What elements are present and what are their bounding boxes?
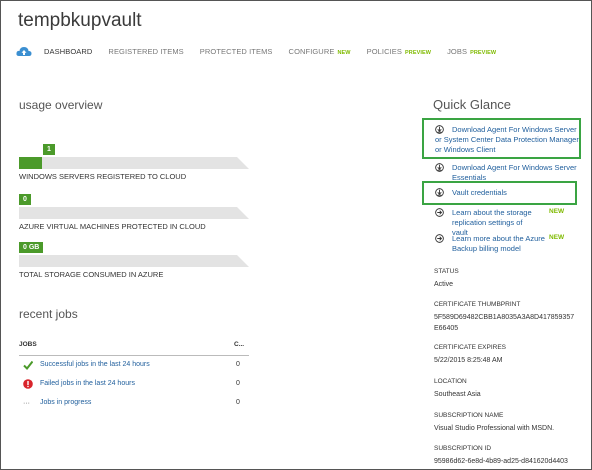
- table-row: Successful jobs in the last 24 hours 0: [19, 356, 249, 375]
- download-agent-essentials-link[interactable]: Download Agent For Windows Server Essent…: [435, 163, 585, 183]
- svg-text:···: ···: [23, 400, 30, 407]
- tab-policies-label: POLICIES: [366, 47, 402, 56]
- job-link-failed[interactable]: Failed jobs in the last 24 hours: [40, 380, 135, 387]
- cert-expires-value: 5/22/2015 8:25:48 AM: [434, 357, 503, 364]
- download-agent-essentials-text: Download Agent For Windows Server Essent…: [452, 163, 577, 182]
- usage-value-badge: 1: [43, 144, 55, 155]
- job-count: 0: [236, 380, 240, 387]
- thumbprint-value-cont: E66405: [434, 325, 459, 332]
- jobs-column-header[interactable]: JOBS: [19, 341, 37, 348]
- quick-glance-heading: Quick Glance: [433, 97, 512, 112]
- new-badge: NEW: [549, 208, 565, 215]
- subscription-name-value: Visual Studio Professional with MSDN.: [434, 425, 555, 432]
- usage-bar: [19, 255, 249, 267]
- new-badge: NEW: [549, 234, 565, 241]
- job-count: 0: [236, 361, 240, 368]
- subscription-id-value: 95986d62-6e8d-4b89-ad25-d841620d4403: [434, 458, 568, 465]
- tab-protected-items[interactable]: PROTECTED ITEMS: [200, 47, 273, 56]
- cloud-backup-icon: [16, 47, 32, 56]
- download-agent-link[interactable]: Download Agent For Windows Server or Sys…: [435, 125, 585, 155]
- error-icon: [23, 379, 33, 389]
- usage-bar: [19, 157, 249, 169]
- usage-bar-track: [19, 255, 249, 267]
- recent-jobs-heading: recent jobs: [19, 307, 78, 321]
- tab-jobs-label: JOBS: [447, 47, 468, 56]
- preview-badge: PREVIEW: [470, 50, 497, 56]
- preview-badge: PREVIEW: [405, 50, 432, 56]
- tab-policies[interactable]: POLICIES PREVIEW: [367, 47, 431, 56]
- check-icon: [23, 360, 33, 370]
- usage-label: AZURE VIRTUAL MACHINES PROTECTED IN CLOU…: [19, 222, 206, 231]
- billing-model-text: Learn more about the Azure Backup billin…: [452, 234, 545, 253]
- download-icon: [435, 163, 444, 172]
- tab-configure-label: CONFIGURE: [288, 47, 335, 56]
- usage-label: TOTAL STORAGE CONSUMED IN AZURE: [19, 270, 164, 279]
- arrow-right-icon: [435, 234, 444, 243]
- job-link-in-progress[interactable]: Jobs in progress: [40, 399, 91, 406]
- recent-jobs-table: JOBS C... Successful jobs in the last 24…: [19, 341, 249, 413]
- tab-dashboard[interactable]: DASHBOARD: [44, 47, 92, 56]
- subscription-name-label: SUBSCRIPTION NAME: [434, 412, 504, 419]
- tab-jobs[interactable]: JOBS PREVIEW: [447, 47, 496, 56]
- usage-value-badge: 0: [19, 194, 31, 205]
- download-icon: [435, 188, 444, 197]
- top-nav: DASHBOARD REGISTERED ITEMS PROTECTED ITE…: [16, 46, 512, 57]
- job-link-successful[interactable]: Successful jobs in the last 24 hours: [40, 361, 150, 368]
- usage-bar-track: [19, 207, 249, 219]
- job-count: 0: [236, 399, 240, 406]
- usage-value-badge: 0 GB: [19, 242, 44, 253]
- in-progress-icon: ···: [23, 400, 30, 407]
- tab-registered-items[interactable]: REGISTERED ITEMS: [108, 47, 183, 56]
- thumbprint-label: CERTIFICATE THUMBPRINT: [434, 301, 521, 308]
- table-row: Failed jobs in the last 24 hours 0: [19, 375, 249, 394]
- usage-bar-track: [19, 157, 249, 169]
- arrow-right-icon: [435, 208, 444, 217]
- usage-bar-fill: [19, 157, 42, 169]
- status-value: Active: [434, 281, 454, 288]
- new-badge: NEW: [337, 50, 351, 56]
- thumbprint-value: 5F589D69482CBB1A8035A3A8D417859357: [434, 314, 575, 321]
- count-column-header[interactable]: C...: [234, 341, 244, 348]
- vault-credentials-link[interactable]: Vault credentials: [435, 188, 585, 200]
- location-value: Southeast Asia: [434, 391, 481, 398]
- table-row: ··· Jobs in progress 0: [19, 394, 249, 413]
- cert-expires-label: CERTIFICATE EXPIRES: [434, 344, 506, 351]
- subscription-id-label: SUBSCRIPTION ID: [434, 445, 492, 452]
- vault-credentials-text: Vault credentials: [452, 188, 507, 197]
- download-agent-text: Download Agent For Windows Server or Sys…: [435, 125, 579, 154]
- location-label: LOCATION: [434, 378, 467, 385]
- tab-configure[interactable]: CONFIGURE NEW: [289, 47, 351, 56]
- status-label: STATUS: [434, 268, 459, 275]
- page-title: tempbkupvault: [18, 10, 142, 31]
- table-header: JOBS C...: [19, 341, 249, 356]
- usage-label: WINDOWS SERVERS REGISTERED TO CLOUD: [19, 172, 187, 181]
- usage-overview-heading: usage overview: [19, 98, 103, 112]
- usage-bar: [19, 207, 249, 219]
